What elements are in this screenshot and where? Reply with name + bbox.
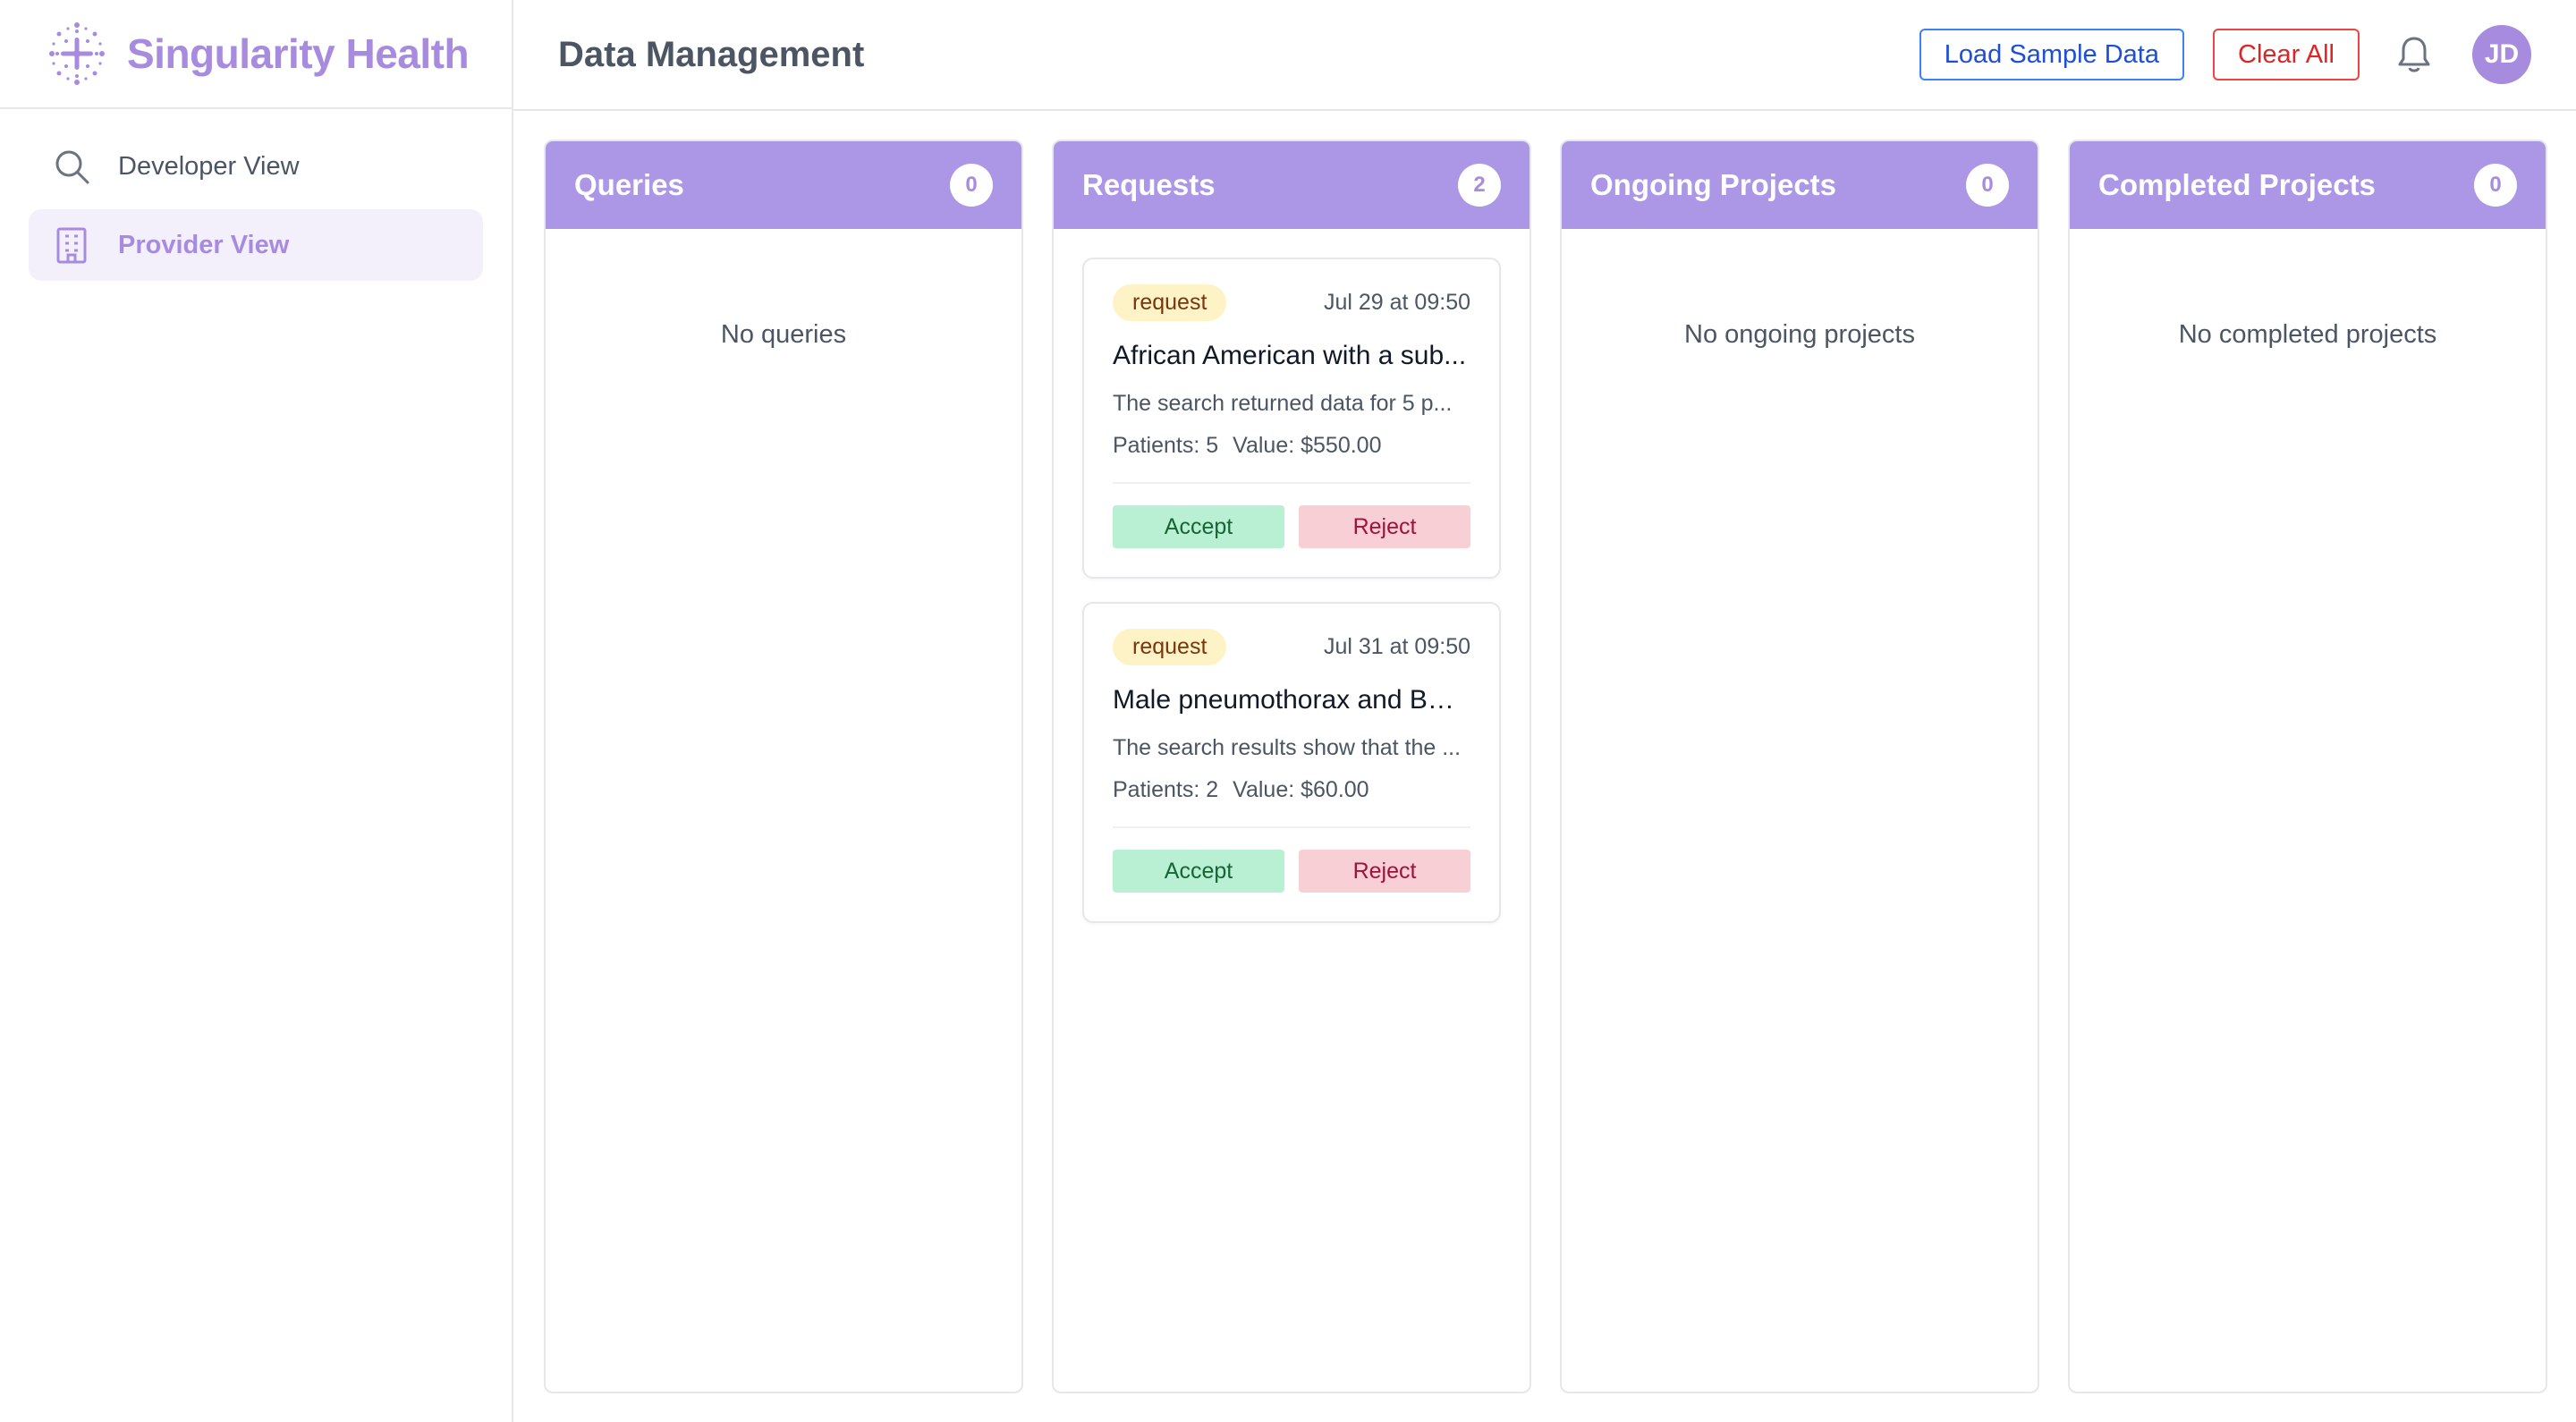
card-actions: Accept Reject — [1113, 850, 1470, 893]
reject-button[interactable]: Reject — [1299, 850, 1470, 893]
column-count-badge: 0 — [2474, 164, 2517, 207]
column-body: No ongoing projects — [1562, 229, 2038, 378]
card-date: Jul 31 at 09:50 — [1323, 634, 1470, 659]
header-actions: Load Sample Data Clear All JD — [1919, 25, 2531, 84]
column-title: Requests — [1082, 168, 1216, 201]
column-queries: Queries 0 No queries — [544, 140, 1023, 1393]
request-card[interactable]: request Jul 29 at 09:50 African American… — [1082, 258, 1501, 579]
brand-name: Singularity Health — [127, 30, 470, 77]
sidebar-item-label: Provider View — [118, 230, 290, 259]
column-header: Requests 2 — [1054, 141, 1530, 229]
kanban-board: Queries 0 No queries Requests 2 request … — [544, 140, 2547, 1393]
search-icon — [52, 147, 91, 186]
card-value: Value: $60.00 — [1233, 777, 1369, 802]
column-body: No queries — [546, 229, 1021, 378]
status-badge: request — [1113, 629, 1227, 665]
request-card[interactable]: request Jul 31 at 09:50 Male pneumothora… — [1082, 602, 1501, 923]
card-patients: Patients: 5 — [1113, 433, 1219, 458]
card-description: The search returned data for 5 p... — [1113, 391, 1453, 416]
column-title: Completed Projects — [2098, 168, 2376, 201]
card-actions: Accept Reject — [1113, 505, 1470, 548]
card-meta: Patients: 5 Value: $550.00 — [1113, 433, 1470, 459]
brand[interactable]: Singularity Health — [0, 0, 512, 109]
load-sample-data-button[interactable]: Load Sample Data — [1919, 29, 2184, 80]
card-patients: Patients: 2 — [1113, 777, 1219, 802]
column-header: Queries 0 — [546, 141, 1021, 229]
empty-state-text: No queries — [720, 320, 847, 349]
column-count-badge: 0 — [950, 164, 993, 207]
sidebar-item-label: Developer View — [118, 151, 300, 181]
card-meta: Patients: 2 Value: $60.00 — [1113, 777, 1470, 803]
card-top-row: request Jul 31 at 09:50 — [1113, 629, 1470, 665]
column-header: Ongoing Projects 0 — [1562, 141, 2038, 229]
avatar[interactable]: JD — [2472, 25, 2531, 84]
column-count-badge: 2 — [1458, 164, 1501, 207]
column-title: Queries — [574, 168, 684, 201]
column-completed-projects: Completed Projects 0 No completed projec… — [2068, 140, 2547, 1393]
column-header: Completed Projects 0 — [2070, 141, 2546, 229]
status-badge: request — [1113, 284, 1227, 321]
sidebar-nav: Developer View Provider View — [0, 109, 512, 309]
page-title: Data Management — [558, 34, 865, 74]
column-body: request Jul 29 at 09:50 African American… — [1054, 229, 1530, 975]
app-root: Singularity Health Developer View Provid… — [0, 0, 2576, 1422]
reject-button[interactable]: Reject — [1299, 505, 1470, 548]
empty-state-text: No ongoing projects — [1684, 320, 1915, 349]
column-title: Ongoing Projects — [1590, 168, 1837, 201]
column-count-badge: 0 — [1966, 164, 2009, 207]
accept-button[interactable]: Accept — [1113, 505, 1284, 548]
building-icon — [52, 225, 91, 265]
card-divider — [1113, 482, 1470, 484]
clear-all-button[interactable]: Clear All — [2213, 29, 2360, 80]
card-title: African American with a sub... — [1113, 341, 1467, 370]
sidebar: Singularity Health Developer View Provid… — [0, 0, 513, 1422]
column-body: No completed projects — [2070, 229, 2546, 378]
card-title: Male pneumothorax and BM... — [1113, 685, 1470, 715]
header: Data Management Load Sample Data Clear A… — [513, 0, 2576, 111]
card-date: Jul 29 at 09:50 — [1323, 290, 1470, 315]
card-description: The search results show that the ... — [1113, 735, 1462, 760]
accept-button[interactable]: Accept — [1113, 850, 1284, 893]
bell-icon[interactable] — [2392, 32, 2436, 77]
empty-state-text: No completed projects — [2178, 320, 2437, 349]
column-requests: Requests 2 request Jul 29 at 09:50 Afric… — [1052, 140, 1531, 1393]
card-top-row: request Jul 29 at 09:50 — [1113, 284, 1470, 321]
column-ongoing-projects: Ongoing Projects 0 No ongoing projects — [1560, 140, 2039, 1393]
sidebar-item-developer-view[interactable]: Developer View — [29, 131, 483, 202]
sidebar-item-provider-view[interactable]: Provider View — [29, 209, 483, 281]
card-value: Value: $550.00 — [1233, 433, 1382, 458]
brand-logo-icon — [49, 22, 105, 85]
card-divider — [1113, 826, 1470, 828]
